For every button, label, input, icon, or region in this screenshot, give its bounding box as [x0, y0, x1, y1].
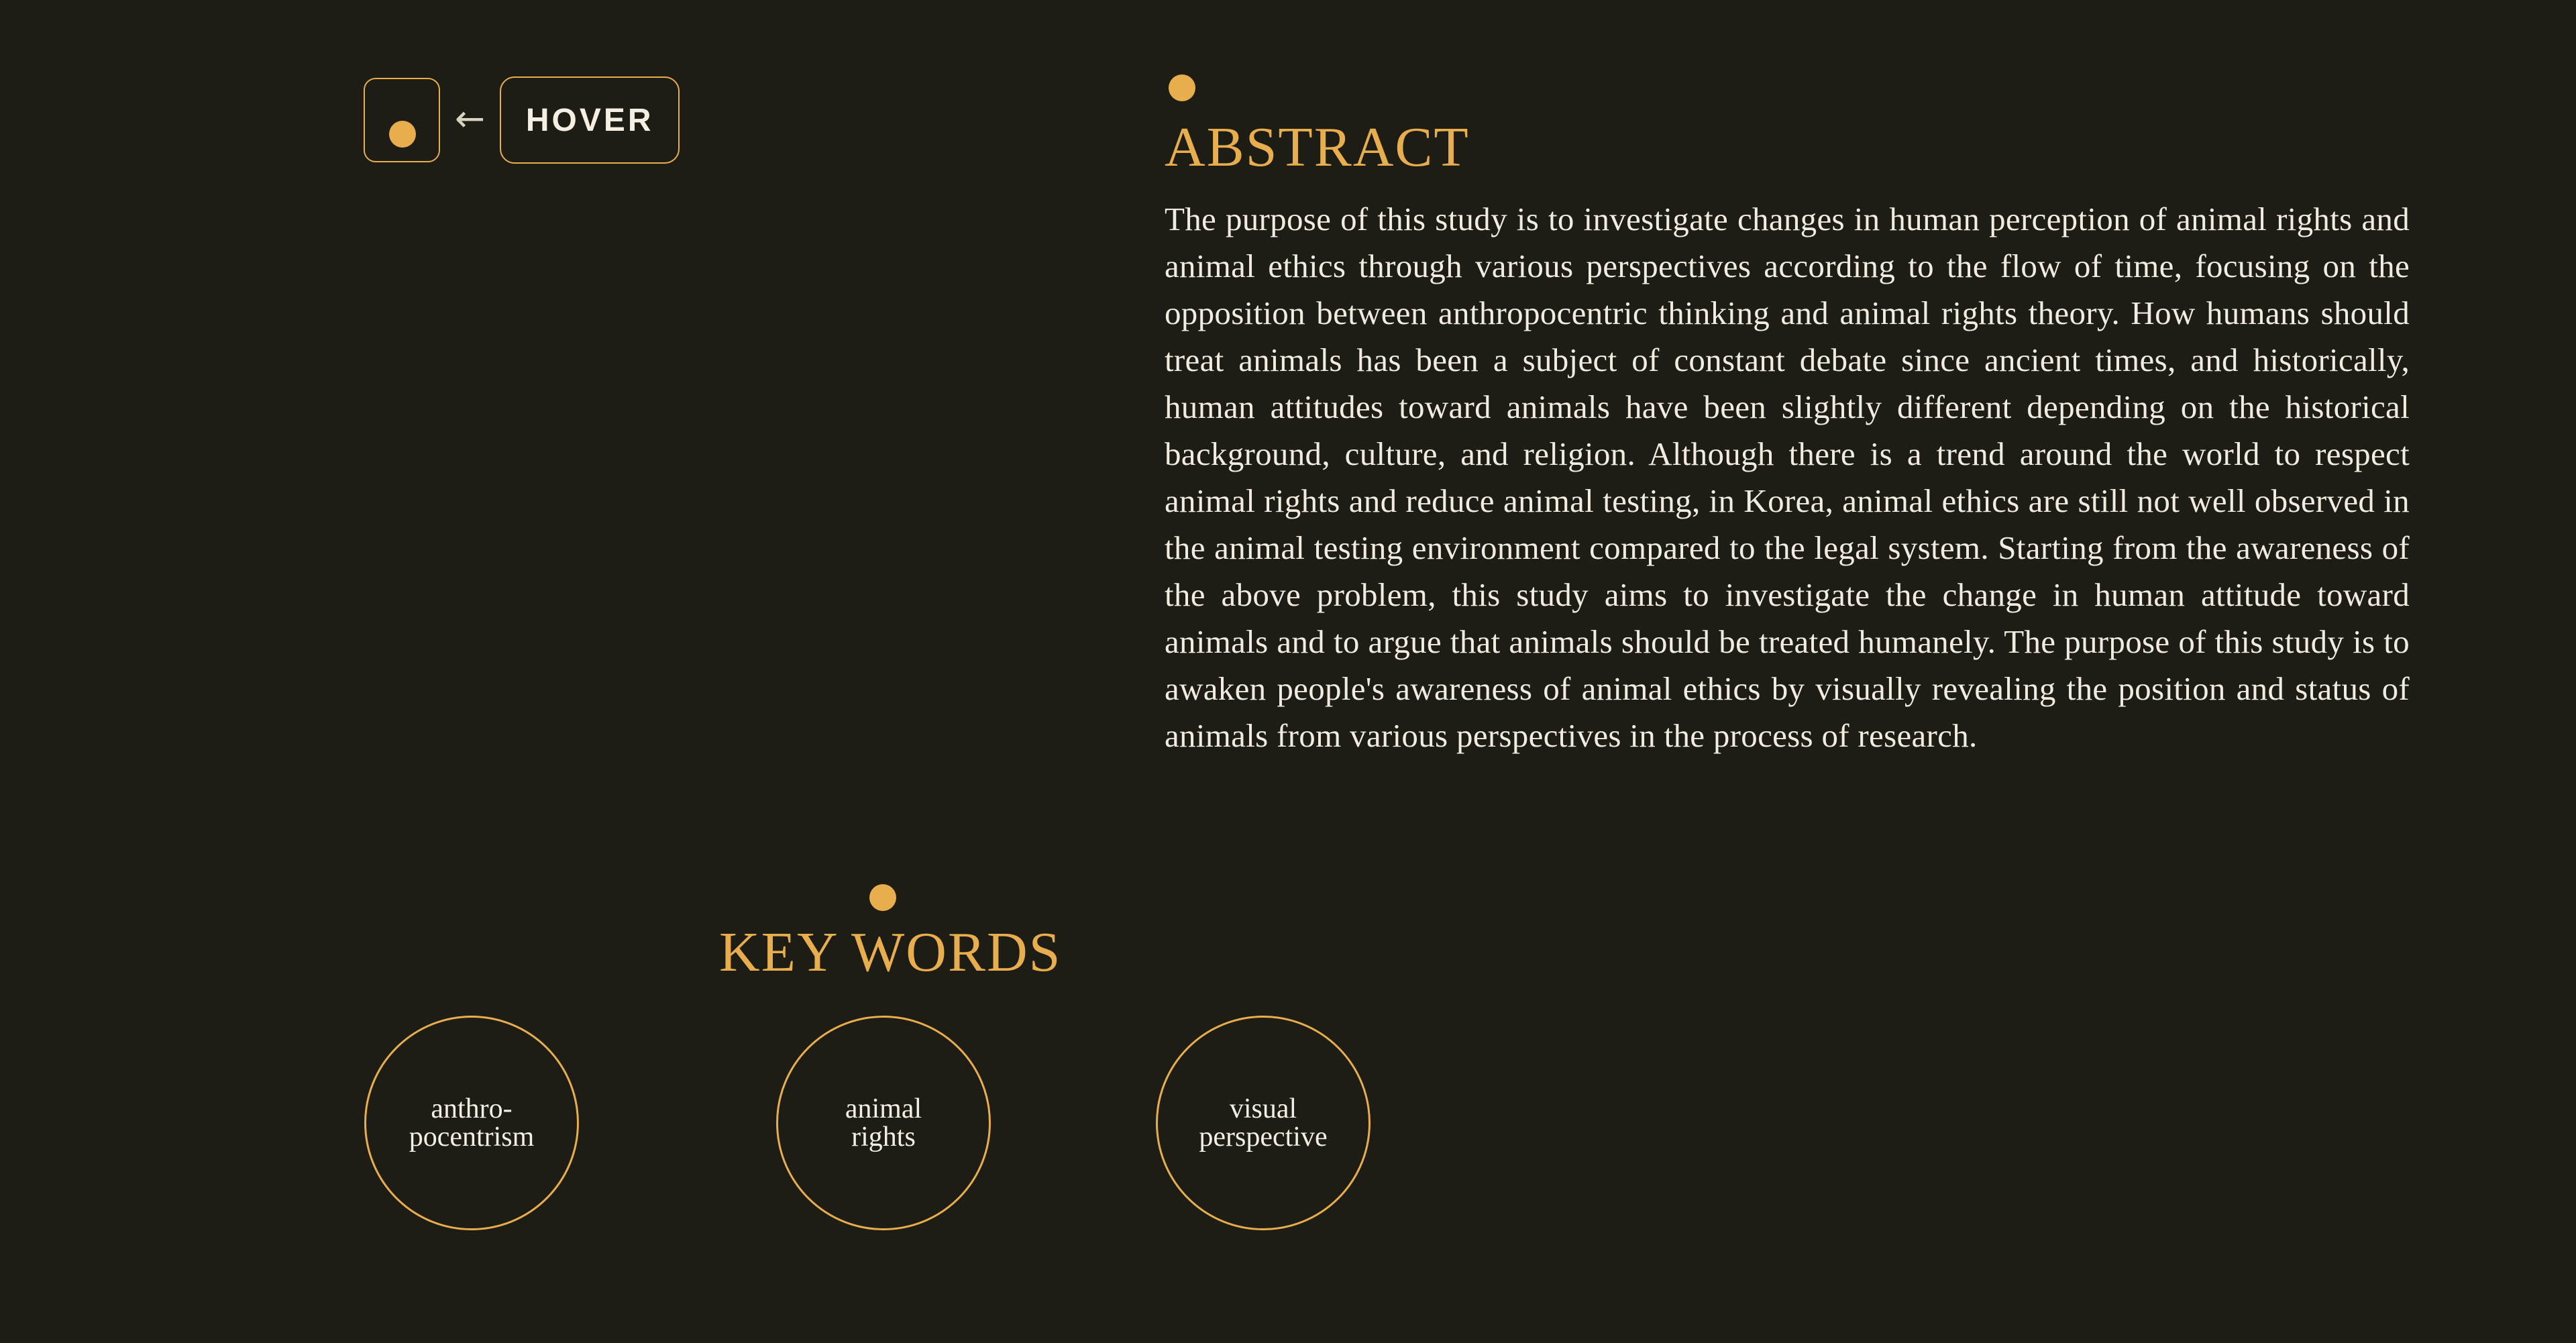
abstract-dot-icon: [1169, 74, 1195, 101]
keywords-heading: KEY WORDS: [719, 921, 1062, 983]
keywords-dot-icon: [869, 884, 896, 911]
hover-control: ← HOVER: [364, 76, 680, 164]
keyword-label: animal rights: [845, 1093, 922, 1152]
hover-button[interactable]: HOVER: [500, 76, 680, 164]
keyword-visual-perspective[interactable]: visual perspective: [1156, 1016, 1371, 1230]
keyword-label: anthro- pocentrism: [409, 1093, 535, 1152]
keyword-label: visual perspective: [1199, 1093, 1328, 1152]
abstract-heading: ABSTRACT: [1165, 116, 1470, 178]
arrow-left-icon: ←: [455, 97, 486, 140]
keyword-anthropocentrism[interactable]: anthro- pocentrism: [364, 1016, 579, 1230]
keyword-animal-rights[interactable]: animal rights: [776, 1016, 991, 1230]
dot-icon: [389, 121, 416, 148]
hover-dot-box[interactable]: [364, 78, 440, 162]
abstract-text: The purpose of this study is to investig…: [1165, 201, 2410, 754]
